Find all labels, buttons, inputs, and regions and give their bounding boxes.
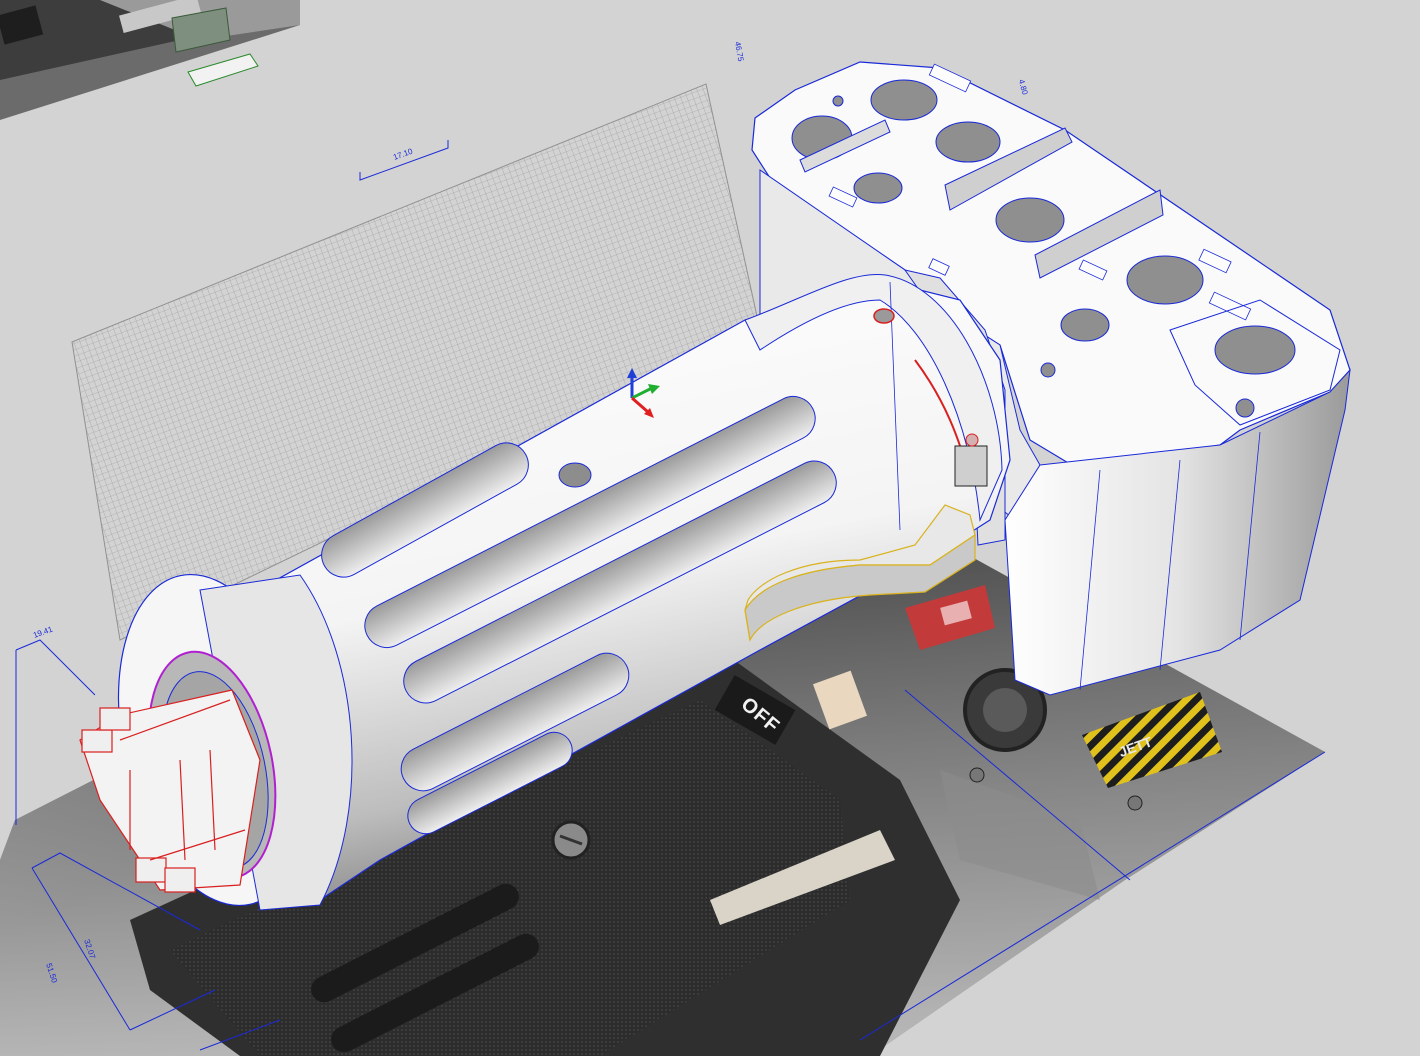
reference-photo-top [0,0,300,120]
dimension-value-top-a[interactable]: 46.75 [733,41,745,63]
model-scene[interactable]: OFF JETT 17.10 46.75 4.80 19.41 32.07 51… [0,0,1420,1056]
selection-box[interactable] [187,53,259,87]
dimension-value-left-a[interactable]: 19.41 [32,624,54,639]
cad-viewport[interactable]: OFF JETT 17.10 46.75 4.80 19.41 32.07 51… [0,0,1420,1056]
dimension-value-top-b[interactable]: 4.80 [1017,78,1030,96]
dimension-value-top[interactable]: 17.10 [392,146,414,161]
